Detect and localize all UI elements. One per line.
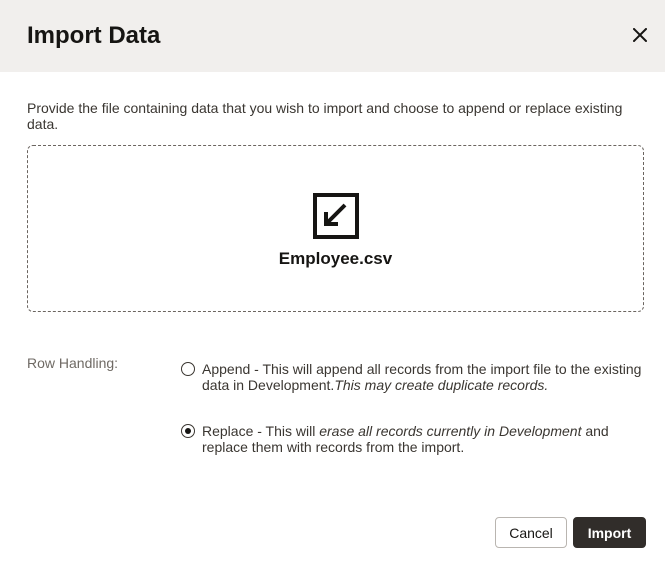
dialog-description: Provide the file containing data that yo… bbox=[27, 100, 623, 132]
import-arrow-icon bbox=[313, 193, 359, 239]
replace-radio-option[interactable]: Replace - This will erase all records cu… bbox=[181, 423, 651, 455]
replace-option-text: Replace - This will erase all records cu… bbox=[202, 423, 609, 455]
close-icon bbox=[633, 28, 647, 42]
import-button[interactable]: Import bbox=[573, 517, 646, 548]
append-radio-option[interactable]: Append - This will append all records fr… bbox=[181, 361, 651, 393]
close-button[interactable] bbox=[627, 22, 653, 48]
row-handling-label: Row Handling: bbox=[27, 355, 119, 371]
cancel-button[interactable]: Cancel bbox=[495, 517, 567, 548]
append-radio[interactable] bbox=[181, 362, 195, 376]
file-dropzone[interactable]: Employee.csv bbox=[27, 145, 644, 312]
selected-file-name: Employee.csv bbox=[278, 249, 393, 268]
replace-radio[interactable] bbox=[181, 424, 195, 438]
append-option-text: Append - This will append all records fr… bbox=[202, 361, 642, 393]
dialog-header: Import Data bbox=[0, 0, 665, 72]
dialog-title: Import Data bbox=[27, 22, 161, 49]
import-data-dialog: Import Data Provide the file containing … bbox=[0, 0, 665, 571]
